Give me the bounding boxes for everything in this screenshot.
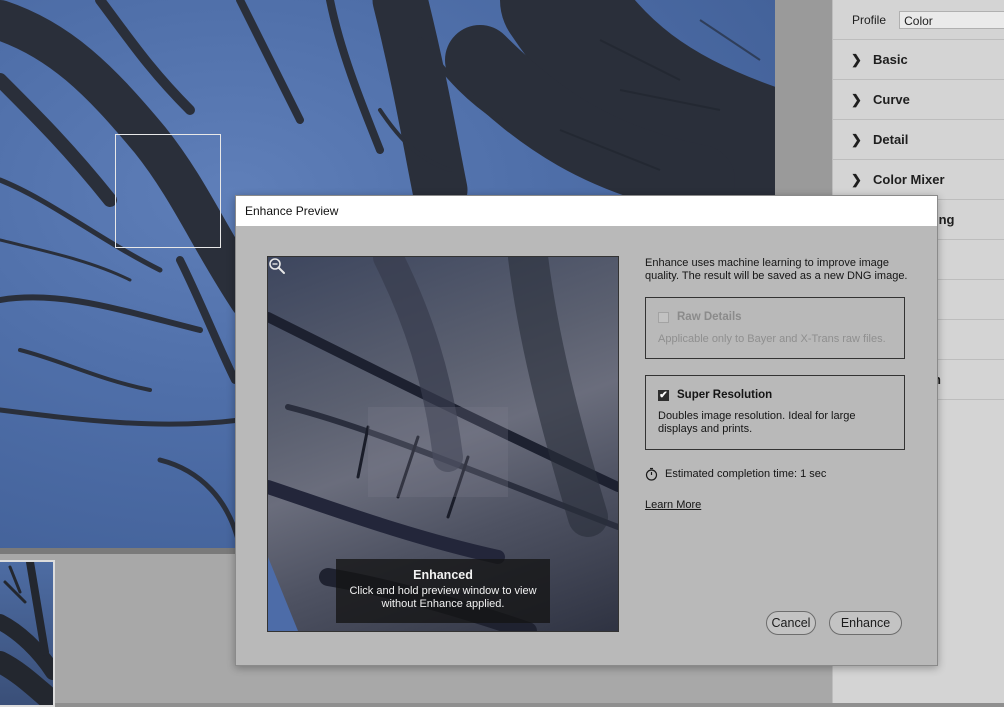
panel-section-label: Curve <box>873 92 910 107</box>
panel-section-color-mixer[interactable]: ❯ Color Mixer <box>833 160 1004 200</box>
profile-select[interactable]: Color <box>899 10 1004 29</box>
chevron-right-icon: ❯ <box>851 51 862 67</box>
dialog-description: Enhance uses machine learning to improve… <box>645 257 908 282</box>
enhance-button[interactable]: Enhance <box>829 611 902 635</box>
super-resolution-label: Super Resolution <box>677 389 773 401</box>
profile-label: Profile <box>852 12 887 27</box>
panel-section-label: Detail <box>873 132 909 147</box>
panel-section-label: Basic <box>873 52 908 67</box>
enhance-preview-dialog: Enhance Preview Enhanced Click and hold … <box>235 195 938 666</box>
raw-details-option: Raw Details Applicable only to Bayer and… <box>645 297 905 359</box>
preview-overlay: Enhanced Click and hold preview window t… <box>336 559 550 623</box>
estimated-time: Estimated completion time: 1 sec <box>645 467 826 481</box>
profile-row: Profile Color <box>833 0 1004 40</box>
panel-section-basic[interactable]: ❯ Basic <box>833 40 1004 80</box>
panel-section-curve[interactable]: ❯ Curve <box>833 80 1004 120</box>
chevron-right-icon: ❯ <box>851 91 862 107</box>
cancel-button[interactable]: Cancel <box>766 611 816 635</box>
overlay-hint: Click and hold preview window to view wi… <box>349 585 537 610</box>
chevron-right-icon: ❯ <box>851 131 862 147</box>
thumbnail-image <box>0 562 53 705</box>
learn-more-link[interactable]: Learn More <box>645 499 701 511</box>
estimated-time-text: Estimated completion time: 1 sec <box>665 468 827 480</box>
enhance-preview-image[interactable]: Enhanced Click and hold preview window t… <box>267 256 619 632</box>
raw-details-label: Raw Details <box>677 311 742 323</box>
super-resolution-description: Doubles image resolution. Ideal for larg… <box>658 410 856 435</box>
zoom-out-icon[interactable] <box>268 257 286 275</box>
selection-rectangle <box>115 134 221 248</box>
overlay-title: Enhanced <box>413 568 473 582</box>
checkmark-icon: ✔ <box>659 389 668 401</box>
panel-section-detail[interactable]: ❯ Detail <box>833 120 1004 160</box>
panel-section-label: Color Mixer <box>873 172 945 187</box>
raw-details-description: Applicable only to Bayer and X-Trans raw… <box>658 333 886 345</box>
stopwatch-icon <box>645 467 658 481</box>
super-resolution-option: ✔ Super Resolution Doubles image resolut… <box>645 375 905 450</box>
filmstrip-thumbnail[interactable] <box>0 560 55 707</box>
raw-details-checkbox[interactable] <box>658 311 669 323</box>
chevron-right-icon: ❯ <box>851 171 862 187</box>
dialog-title: Enhance Preview <box>236 196 937 226</box>
super-resolution-checkbox[interactable]: ✔ <box>658 389 669 401</box>
